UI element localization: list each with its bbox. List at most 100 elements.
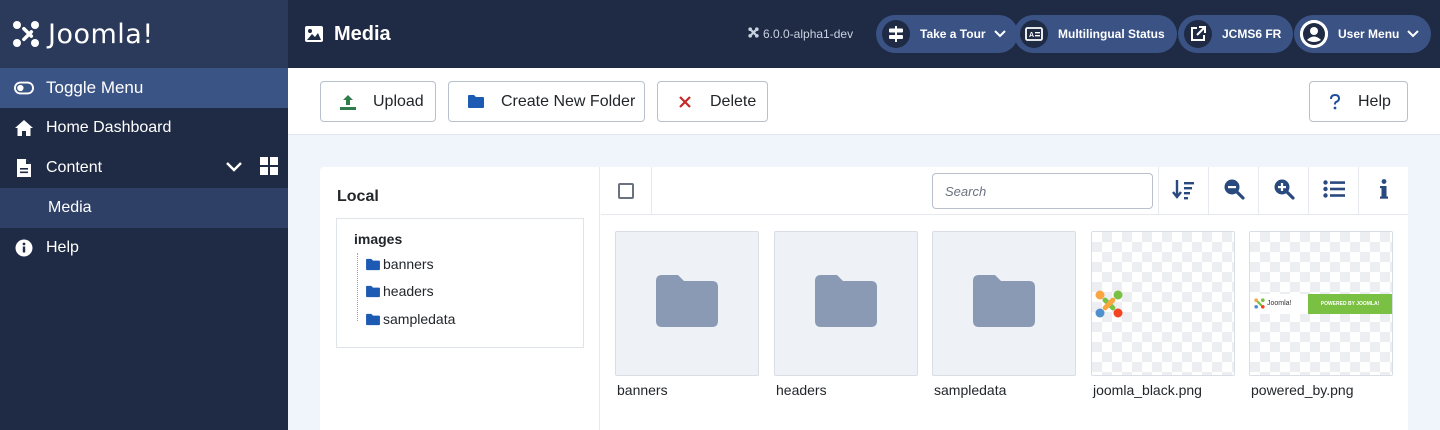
sidebar-item-label: Home Dashboard xyxy=(46,119,172,136)
folder-tree: images banners headers sampledata xyxy=(336,218,584,348)
sidebar-item-toggle-menu[interactable]: Toggle Menu xyxy=(0,68,288,108)
joomla-logo-icon xyxy=(10,18,42,50)
media-manager: Local images banners headers sampledata xyxy=(320,167,1408,430)
list-view-button[interactable] xyxy=(1308,167,1358,215)
image-icon xyxy=(304,25,324,43)
svg-text:A: A xyxy=(1029,32,1034,39)
site-label: JCMS6 FR xyxy=(1222,27,1282,41)
media-item-folder[interactable]: banners xyxy=(615,231,759,398)
info-icon xyxy=(14,238,34,258)
create-new-folder-button[interactable]: Create New Folder xyxy=(448,81,645,122)
folder-icon xyxy=(815,275,877,332)
dashboard-grid-icon[interactable] xyxy=(260,156,278,180)
help-label: Help xyxy=(1358,92,1391,110)
sidebar-item-label: Content xyxy=(46,159,103,176)
create-new-folder-label: Create New Folder xyxy=(501,92,636,110)
delete-label: Delete xyxy=(710,92,757,110)
sidebar-item-media[interactable]: Media xyxy=(0,188,288,228)
disk-title: Local xyxy=(337,188,379,205)
brand-name: Joomla! xyxy=(48,18,154,50)
folder-thumbnail xyxy=(774,231,918,376)
sidebar-item-label: Help xyxy=(46,239,79,256)
tree-item-headers[interactable]: headers xyxy=(365,283,434,299)
user-menu-button[interactable]: User Menu xyxy=(1294,15,1432,53)
upload-button[interactable]: Upload xyxy=(320,81,436,122)
media-item-name: headers xyxy=(776,382,827,398)
sidebar-item-home-dashboard[interactable]: Home Dashboard xyxy=(0,108,288,148)
folder-icon xyxy=(973,275,1035,332)
sidebar-item-label: Toggle Menu xyxy=(46,78,144,97)
multilingual-status-button[interactable]: A Multilingual Status xyxy=(1014,15,1177,53)
home-icon xyxy=(14,118,34,138)
image-thumbnail: Joomla! POWERED BY JOOMLA! xyxy=(1249,231,1393,376)
folder-icon xyxy=(656,275,718,332)
sidebar-item-label: Media xyxy=(48,199,92,216)
tree-guide-line xyxy=(357,253,358,321)
version-badge: 6.0.0-alpha1-dev xyxy=(748,27,853,41)
sidebar-item-content[interactable]: Content xyxy=(0,148,288,188)
banner-text: POWERED BY JOOMLA! xyxy=(1308,293,1392,314)
question-icon xyxy=(1324,93,1346,110)
page-title-text: Media xyxy=(334,22,391,45)
zoom-out-icon xyxy=(1223,178,1245,205)
external-link-icon xyxy=(1184,20,1212,48)
media-item-image[interactable]: Joomla! POWERED BY JOOMLA! powered_by.pn… xyxy=(1249,231,1393,398)
header: Media 6.0.0-alpha1-dev Take a Tour A Mul… xyxy=(288,0,1440,68)
tree-item-label: sampledata xyxy=(383,311,456,327)
sidebar: Joomla! Toggle Menu Home Dashboard Conte… xyxy=(0,0,288,430)
checkbox-box xyxy=(618,183,634,199)
zoom-out-button[interactable] xyxy=(1208,167,1258,215)
tree-root[interactable]: images xyxy=(354,231,402,247)
media-item-name: banners xyxy=(617,382,668,398)
folder-thumbnail xyxy=(615,231,759,376)
toggle-icon xyxy=(14,78,34,98)
select-all-checkbox[interactable] xyxy=(601,167,652,215)
list-icon xyxy=(1322,179,1345,203)
tree-item-sampledata[interactable]: sampledata xyxy=(365,311,455,327)
take-tour-label: Take a Tour xyxy=(920,27,986,41)
zoom-in-button[interactable] xyxy=(1258,167,1308,215)
media-item-name: powered_by.png xyxy=(1251,382,1354,398)
sort-button[interactable] xyxy=(1158,167,1208,215)
folder-icon xyxy=(365,313,381,326)
joomla-logo-icon xyxy=(1094,289,1124,319)
take-tour-button[interactable]: Take a Tour xyxy=(876,15,1018,53)
sidebar-item-help[interactable]: Help xyxy=(0,228,288,268)
search-input[interactable] xyxy=(932,173,1153,209)
banner-logo-part: Joomla! xyxy=(1250,293,1308,314)
upload-icon xyxy=(337,93,359,111)
media-item-folder[interactable]: sampledata xyxy=(932,231,1076,398)
folder-icon xyxy=(365,258,381,271)
delete-button[interactable]: Delete xyxy=(657,81,768,122)
chevron-down-icon[interactable] xyxy=(226,159,242,177)
tree-item-banners[interactable]: banners xyxy=(365,256,434,272)
powered-by-banner: Joomla! POWERED BY JOOMLA! xyxy=(1250,293,1392,314)
info-button[interactable] xyxy=(1358,167,1408,215)
chevron-down-icon xyxy=(993,30,1006,38)
tree-item-label: headers xyxy=(383,283,434,299)
media-item-folder[interactable]: headers xyxy=(774,231,918,398)
user-menu-label: User Menu xyxy=(1338,27,1400,41)
file-icon xyxy=(14,158,34,178)
help-button[interactable]: Help xyxy=(1309,81,1408,122)
info-icon xyxy=(1379,178,1388,204)
tree-item-label: banners xyxy=(383,256,434,272)
folder-thumbnail xyxy=(932,231,1076,376)
upload-label: Upload xyxy=(373,92,424,110)
zoom-in-icon xyxy=(1273,178,1295,205)
folder-tree-panel: Local images banners headers sampledata xyxy=(320,167,600,430)
page-title: Media xyxy=(304,23,391,46)
browser-toolbar xyxy=(601,167,1408,215)
joomla-small-icon xyxy=(748,27,759,41)
language-icon: A xyxy=(1020,20,1048,48)
sort-icon xyxy=(1171,178,1196,205)
multilingual-label: Multilingual Status xyxy=(1058,27,1165,41)
brand-logo[interactable]: Joomla! xyxy=(0,0,288,68)
chevron-down-icon xyxy=(1407,30,1420,38)
media-item-name: sampledata xyxy=(934,382,1007,398)
version-text: 6.0.0-alpha1-dev xyxy=(763,27,854,41)
toolbar: Upload Create New Folder Delete Help xyxy=(288,68,1440,135)
media-item-image[interactable]: joomla_black.png xyxy=(1091,231,1235,398)
user-icon xyxy=(1300,20,1328,48)
site-link-button[interactable]: JCMS6 FR xyxy=(1178,15,1294,53)
